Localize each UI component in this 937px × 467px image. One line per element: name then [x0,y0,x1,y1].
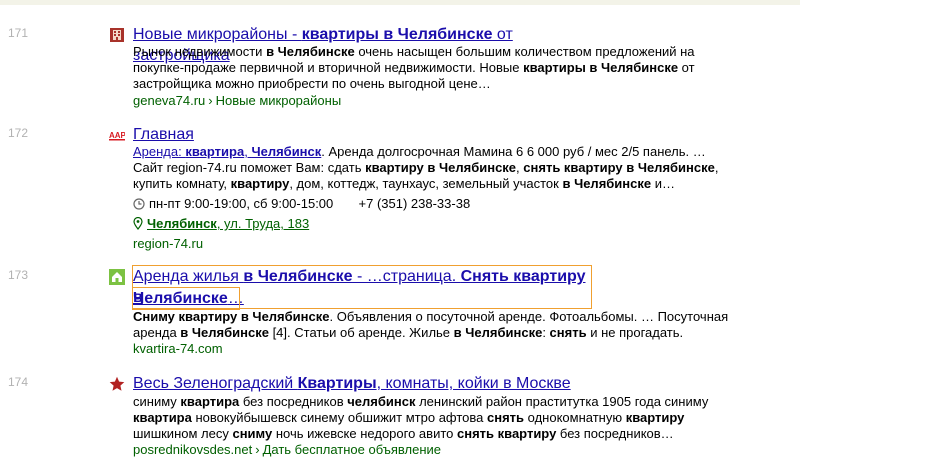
phone-number: +7 (351) 238-33-38 [358,196,471,211]
map-pin-icon [133,217,143,230]
result-snippet: Аренда: квартира, Челябинск. Аренда долг… [133,144,719,191]
clock-icon [133,198,145,210]
url-section-link[interactable]: Новые микрорайоны [216,93,342,108]
aap-logo-icon: AAP [109,131,125,141]
house-icon [109,269,125,285]
result-url[interactable]: posrednikovsdes.net › Дать бесплатное объя… [133,442,441,458]
business-hours: пн-пт 9:00-19:00, сб 9:00-15:00 [149,196,334,211]
star-icon [109,376,125,391]
result-title-link[interactable]: Весь Зеленоградский Квартиры, комнаты, к… [133,373,603,394]
top-border [0,0,800,5]
result-title-link-continuation[interactable]: Челябинске… [132,287,244,310]
svg-text:AAP: AAP [109,131,125,140]
result-sitelink[interactable]: Аренда: квартира, Челябинск [133,144,321,159]
result-title-link[interactable]: Главная [133,124,603,145]
result-url[interactable]: region-74.ru [133,236,203,252]
result-snippet: Рынок недвижимости в Челябинске очень на… [133,44,695,91]
address-link[interactable]: Челябинск, ул. Труда, 183 [147,216,309,231]
result-url[interactable]: kvartira-74.com [133,341,223,357]
result-number: 174 [8,375,29,389]
address-row[interactable]: Челябинск, ул. Труда, 183 [133,216,309,232]
result-snippet: Сниму квартиру в Челябинске. Объявления … [133,309,729,340]
building-icon [110,28,124,42]
result-number: 173 [8,268,29,282]
business-hours-row: пн-пт 9:00-19:00, сб 9:00-15:00 +7 (351)… [133,196,470,212]
url-section-link[interactable]: Дать бесплатное объявление [263,442,441,457]
result-snippet: синиму квартира без посредников челябинс… [133,394,709,441]
result-number: 171 [8,26,29,40]
result-url[interactable]: geneva74.ru › Новые микрорайоны [133,93,341,109]
result-number: 172 [8,126,29,140]
